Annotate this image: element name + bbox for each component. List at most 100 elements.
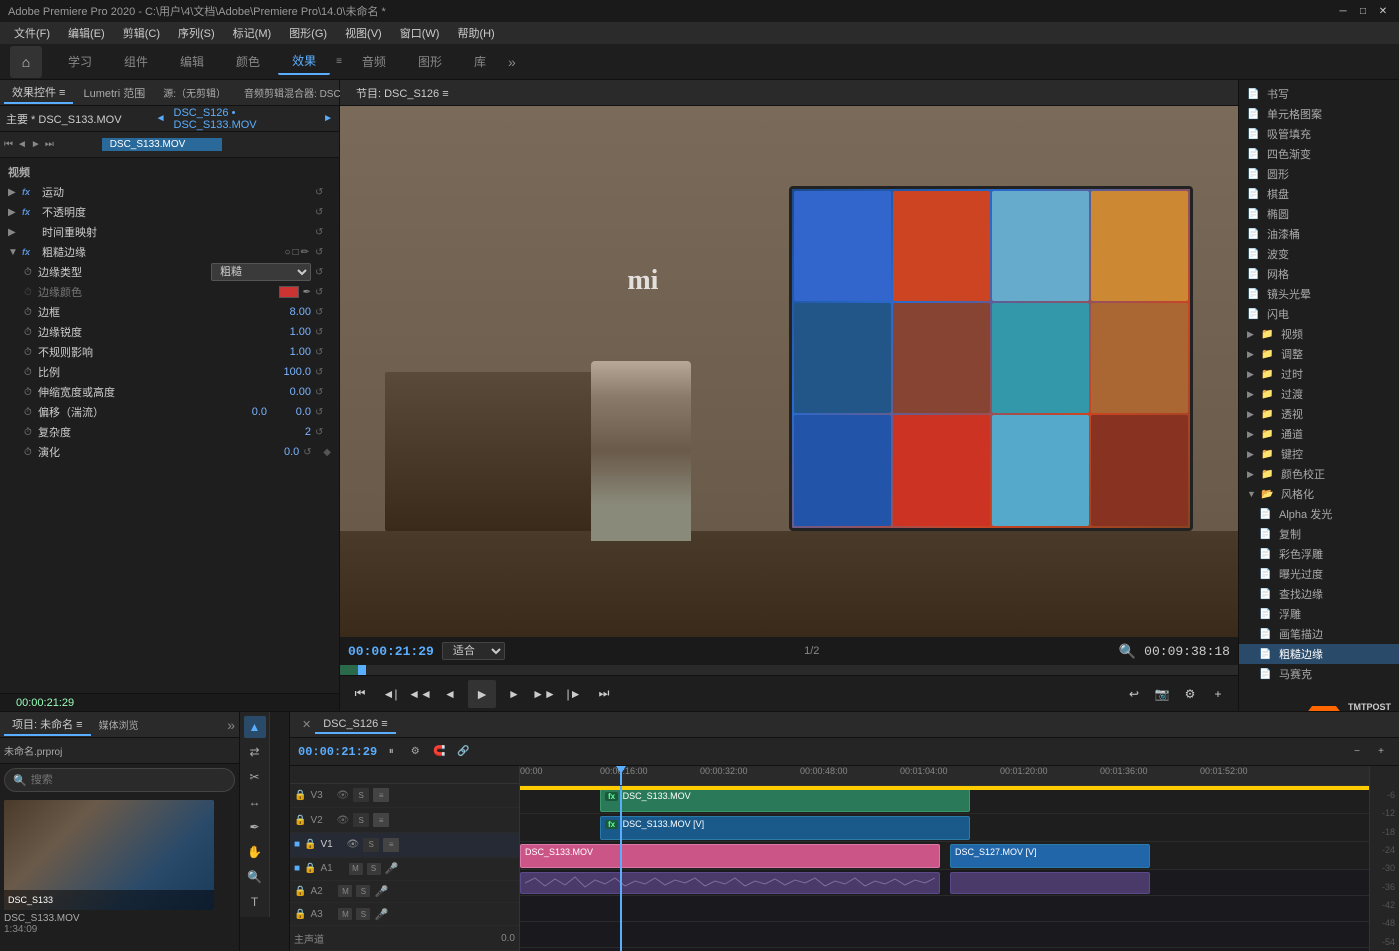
timeline-ruler[interactable]: 00:00 00:00:16:00 00:00:32:00 00:00:48:0… bbox=[520, 766, 1369, 786]
step-fwd[interactable]: ► bbox=[31, 139, 41, 150]
offset-value1[interactable]: 0.0 bbox=[227, 406, 267, 418]
play-forward-button[interactable]: ► bbox=[502, 682, 526, 706]
menu-file[interactable]: 文件(F) bbox=[6, 23, 58, 43]
nav-tab-graphics[interactable]: 图形 bbox=[404, 49, 456, 74]
lock-icon-a3[interactable]: 🔒 bbox=[294, 909, 306, 920]
tree-item-ellipse[interactable]: 📄 椭圆 bbox=[1239, 204, 1399, 224]
reset-icon[interactable]: ↺ bbox=[315, 287, 331, 298]
loop-button[interactable]: ↩ bbox=[1122, 682, 1146, 706]
eyedropper-icon[interactable]: ✒ bbox=[303, 287, 311, 298]
nav-tab-effects[interactable]: 效果 bbox=[278, 48, 330, 75]
tab-lumetri[interactable]: Lumetri 范围 bbox=[75, 83, 153, 103]
razor-tool[interactable]: ✂ bbox=[244, 766, 266, 788]
tree-item-color-emboss[interactable]: 📄 彩色浮雕 bbox=[1239, 544, 1399, 564]
effect-roughen-edges[interactable]: ▼ fx 粗糙边缘 ○ □ ✏ ↺ bbox=[0, 242, 339, 262]
clip-a1-2[interactable] bbox=[950, 872, 1150, 894]
tree-item-lightning[interactable]: 📄 闪电 bbox=[1239, 304, 1399, 324]
reset-icon[interactable]: ↺ bbox=[315, 347, 331, 358]
reset-icon[interactable]: ↺ bbox=[315, 247, 331, 258]
panel-menu-icon[interactable]: » bbox=[227, 717, 235, 733]
menu-view[interactable]: 视图(V) bbox=[337, 23, 390, 43]
tree-folder-adjust[interactable]: ▶ 📁 调整 bbox=[1239, 344, 1399, 364]
menu-marker[interactable]: 标记(M) bbox=[225, 23, 280, 43]
tab-effects-controls[interactable]: 效果控件 ≡ bbox=[4, 82, 73, 104]
solo-a2[interactable]: S bbox=[356, 885, 370, 897]
go-to-start[interactable]: ⏮ bbox=[4, 139, 13, 150]
select-tool[interactable]: ▲ bbox=[244, 716, 266, 738]
nav-more-button[interactable]: » bbox=[508, 54, 516, 70]
tl-snap[interactable]: 🧲 bbox=[429, 742, 449, 762]
close-button[interactable]: ✕ bbox=[1375, 3, 1391, 19]
solo-a3[interactable]: S bbox=[356, 908, 370, 920]
search-input[interactable] bbox=[31, 774, 226, 786]
tree-item-paint-bucket[interactable]: 📄 油漆桶 bbox=[1239, 224, 1399, 244]
effect-opacity[interactable]: ▶ fx 不透明度 ↺ bbox=[0, 202, 339, 222]
zoom-icon[interactable]: 🔍 bbox=[1119, 643, 1136, 660]
mic-icon-a1[interactable]: 🎤 bbox=[385, 862, 399, 875]
monitor-progress-bar[interactable] bbox=[340, 665, 1238, 675]
tree-folder-keying[interactable]: ▶ 📁 键控 bbox=[1239, 444, 1399, 464]
menu-edit[interactable]: 编辑(E) bbox=[60, 23, 113, 43]
color-swatch[interactable] bbox=[279, 286, 299, 298]
add-marker-button[interactable]: + bbox=[1206, 682, 1230, 706]
lock-icon-v2[interactable]: 🔒 bbox=[294, 815, 306, 826]
tree-item-grid[interactable]: 📄 网格 bbox=[1239, 264, 1399, 284]
menu-clip[interactable]: 剪辑(C) bbox=[115, 23, 168, 43]
tree-folder-obsolete[interactable]: ▶ 📁 过时 bbox=[1239, 364, 1399, 384]
expand-v2[interactable]: ≡ bbox=[373, 813, 389, 827]
reset-icon[interactable]: ↺ bbox=[303, 447, 319, 458]
go-to-end[interactable]: ⏭ bbox=[45, 139, 54, 150]
clip-nav-right[interactable]: ► bbox=[323, 113, 333, 124]
lock-icon-v3[interactable]: 🔒 bbox=[294, 790, 306, 801]
expand-v3[interactable]: ≡ bbox=[373, 788, 389, 802]
minimize-button[interactable]: ─ bbox=[1335, 3, 1351, 19]
tab-source[interactable]: 源:（无剪辑） bbox=[155, 83, 234, 102]
playhead-indicator[interactable] bbox=[358, 665, 366, 675]
eye-icon-v1[interactable]: 👁 bbox=[347, 839, 360, 850]
reset-icon[interactable]: ↺ bbox=[315, 327, 331, 338]
nav-tab-color[interactable]: 颜色 bbox=[222, 49, 274, 74]
tree-item-mosaic[interactable]: 📄 马赛克 bbox=[1239, 664, 1399, 684]
tree-item-lens-flare[interactable]: 📄 镜头光晕 bbox=[1239, 284, 1399, 304]
step-forward-button[interactable]: |► bbox=[562, 682, 586, 706]
timeline-close[interactable]: ✕ bbox=[298, 716, 315, 733]
go-to-in-button[interactable]: ⏮ bbox=[348, 682, 372, 706]
tree-item-wave[interactable]: 📄 波变 bbox=[1239, 244, 1399, 264]
offset-value2[interactable]: 0.0 bbox=[271, 406, 311, 418]
clip-a1-1[interactable] bbox=[520, 872, 940, 894]
lock-icon-a1[interactable]: 🔒 bbox=[304, 863, 316, 874]
tab-media-browser[interactable]: 媒体浏览 bbox=[91, 715, 147, 734]
reset-icon[interactable]: ↺ bbox=[315, 307, 331, 318]
tree-folder-channel[interactable]: ▶ 📁 通道 bbox=[1239, 424, 1399, 444]
type-tool[interactable]: T bbox=[244, 891, 266, 913]
irregular-value[interactable]: 1.00 bbox=[271, 346, 311, 358]
clip-v1-2[interactable]: DSC_S127.MOV [V] bbox=[950, 844, 1150, 868]
hand-tool[interactable]: ✋ bbox=[244, 841, 266, 863]
go-to-out-button[interactable]: ⏭ bbox=[592, 682, 616, 706]
mic-icon-a2[interactable]: 🎤 bbox=[374, 885, 388, 898]
nav-tab-learn[interactable]: 学习 bbox=[54, 49, 106, 74]
tree-item-alpha-glow[interactable]: 📄 Alpha 发光 bbox=[1239, 504, 1399, 524]
clip-v2-1[interactable]: fx DSC_S133.MOV [V] bbox=[600, 816, 970, 840]
lock-icon-v1[interactable]: 🔒 bbox=[304, 839, 316, 850]
tree-item-cell-pattern[interactable]: 📄 单元格图案 bbox=[1239, 104, 1399, 124]
ripple-tool[interactable]: ⇄ bbox=[244, 741, 266, 763]
clip-thumbnail[interactable]: DSC_S133 DSC_S133.MOV 1:34:09 bbox=[4, 800, 235, 935]
fit-dropdown[interactable]: 适合 100% 50% bbox=[442, 642, 505, 660]
settings-button[interactable]: ⚙ bbox=[1178, 682, 1202, 706]
evolution-value[interactable]: 0.0 bbox=[259, 446, 299, 458]
pen-tool[interactable]: ✒ bbox=[244, 816, 266, 838]
effect-time-remap[interactable]: ▶ 时间重映射 ↺ bbox=[0, 222, 339, 242]
step-back[interactable]: ◄ bbox=[17, 139, 27, 150]
edge-sharpness-value[interactable]: 1.00 bbox=[271, 326, 311, 338]
solo-v3[interactable]: S bbox=[353, 788, 369, 802]
reset-icon[interactable]: ↺ bbox=[315, 227, 331, 238]
nav-tab-audio[interactable]: 音频 bbox=[348, 49, 400, 74]
step-back-button[interactable]: ◄| bbox=[378, 682, 402, 706]
tree-item-overexpose[interactable]: 📄 曝光过度 bbox=[1239, 564, 1399, 584]
menu-help[interactable]: 帮助(H) bbox=[449, 23, 502, 43]
play-backward-button[interactable]: ◄ bbox=[438, 682, 462, 706]
camera-button[interactable]: 📷 bbox=[1150, 682, 1174, 706]
reset-icon[interactable]: ↺ bbox=[315, 207, 331, 218]
tree-folder-perspective[interactable]: ▶ 📁 透视 bbox=[1239, 404, 1399, 424]
